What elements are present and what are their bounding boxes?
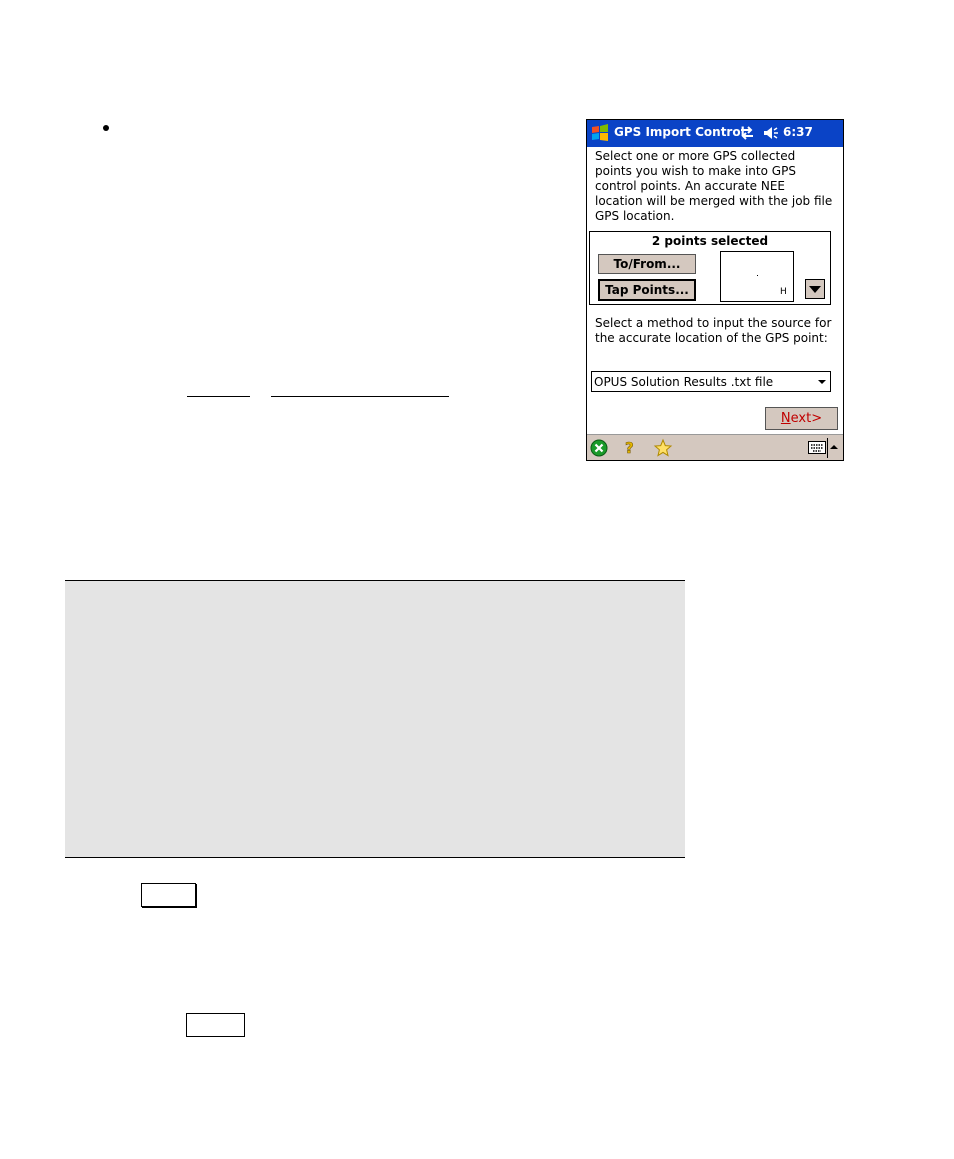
input-panel-arrow-icon[interactable] [830, 445, 838, 449]
pda-window: GPS Import Control 6:37 Select one or mo… [586, 119, 844, 461]
method-label: Select a method to input the source for … [595, 316, 832, 345]
favorites-star-icon[interactable] [653, 438, 673, 458]
instructions-text: Select one or more GPS collected points … [595, 149, 833, 223]
clock[interactable]: 6:37 [783, 125, 813, 139]
method-selected-value: OPUS Solution Results .txt file [594, 375, 774, 389]
title-bar: GPS Import Control 6:37 [587, 120, 843, 147]
connectivity-icon[interactable] [738, 125, 756, 141]
chevron-down-icon [809, 286, 821, 293]
point-marker [757, 275, 758, 276]
method-select[interactable]: OPUS Solution Results .txt file [591, 371, 831, 392]
chevron-down-icon [818, 380, 826, 384]
next-button-label: ext> [790, 411, 823, 426]
tap-points-button[interactable]: Tap Points... [598, 279, 696, 301]
svg-text:?: ? [625, 439, 634, 456]
selection-panel: 2 points selected To/From... Tap Points.… [589, 231, 831, 305]
preview-dropdown-button[interactable] [805, 279, 825, 299]
close-icon[interactable] [590, 439, 608, 457]
inline-button-reference [141, 883, 196, 907]
windows-start-icon[interactable] [590, 123, 610, 143]
preview-axis-label: H [780, 287, 787, 297]
bullet-point [103, 125, 109, 131]
inline-button-reference [186, 1013, 245, 1037]
divider [827, 438, 828, 458]
points-preview[interactable]: H [720, 251, 794, 302]
keyboard-icon[interactable] [808, 441, 826, 454]
window-title: GPS Import Control [614, 125, 745, 139]
selected-count: 2 points selected [651, 234, 769, 248]
to-from-button[interactable]: To/From... [598, 254, 696, 274]
underline-rule [271, 396, 449, 397]
help-icon[interactable]: ? [622, 438, 638, 456]
underline-rule [187, 396, 250, 397]
volume-icon[interactable] [762, 125, 780, 141]
note-box [65, 580, 685, 858]
next-button[interactable]: Next> [765, 407, 838, 430]
command-bar: ? [587, 434, 843, 460]
next-button-mnemonic: N [780, 411, 791, 426]
